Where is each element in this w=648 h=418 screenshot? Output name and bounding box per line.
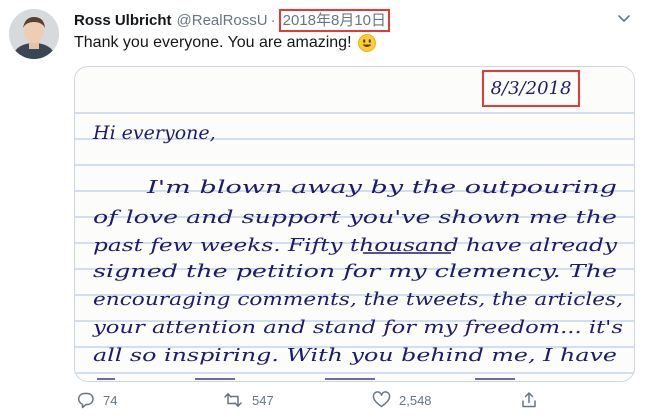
- like-count: 2,548: [399, 392, 432, 408]
- letter-line: past few weeks. Fifty thousand have alre…: [93, 235, 618, 256]
- retweet-count: 547: [252, 392, 274, 408]
- retweet-icon: [224, 393, 242, 407]
- share-button[interactable]: [520, 391, 546, 409]
- letter-greeting: Hi everyone,: [92, 122, 216, 144]
- letter-image[interactable]: Hi everyone, I'm blown away by the outpo…: [74, 66, 635, 382]
- letter-line: encouraging comments, the tweets, the ar…: [93, 289, 623, 310]
- letter-line: I'm blown away by the outpouring: [145, 177, 617, 198]
- retweet-button[interactable]: 547: [222, 391, 274, 409]
- avatar[interactable]: [9, 9, 59, 59]
- reply-icon: [77, 392, 94, 409]
- author-name[interactable]: Ross Ulbricht: [74, 12, 172, 29]
- tweet-timestamp[interactable]: 2018年8月10日: [278, 8, 391, 32]
- share-icon: [522, 392, 536, 408]
- reply-button[interactable]: 74: [76, 391, 117, 409]
- smiley-face-icon: [357, 34, 376, 52]
- tweet-header: Ross Ulbricht @RealRossU · 2018年8月10日: [74, 8, 391, 32]
- letter-line: of love and support you've shown me the: [93, 207, 617, 228]
- like-button[interactable]: 2,548: [372, 391, 432, 409]
- letter-paper: Hi everyone, I'm blown away by the outpo…: [75, 67, 634, 381]
- letter-date: 8/3/2018: [482, 70, 580, 107]
- author-handle[interactable]: @RealRossU: [177, 12, 268, 29]
- separator-dot: ·: [270, 11, 276, 29]
- avatar-photo: [9, 9, 59, 59]
- tweet-actions: 74 547 2,548: [76, 391, 636, 411]
- heart-icon: [372, 391, 391, 408]
- letter-line: all so inspiring. With you behind me, I …: [93, 345, 617, 366]
- reply-count: 74: [103, 392, 118, 408]
- letter-line: your attention and stand for my freedom.…: [92, 317, 623, 338]
- letter-line: signed the petition for my clemency. The: [93, 261, 617, 282]
- chevron-down-icon[interactable]: [616, 10, 632, 26]
- tweet-text: Thank you everyone. You are amazing!: [74, 34, 352, 51]
- tweet-text-row: Thank you everyone. You are amazing!: [74, 34, 376, 52]
- tweet: Ross Ulbricht @RealRossU · 2018年8月10日 Th…: [0, 0, 648, 418]
